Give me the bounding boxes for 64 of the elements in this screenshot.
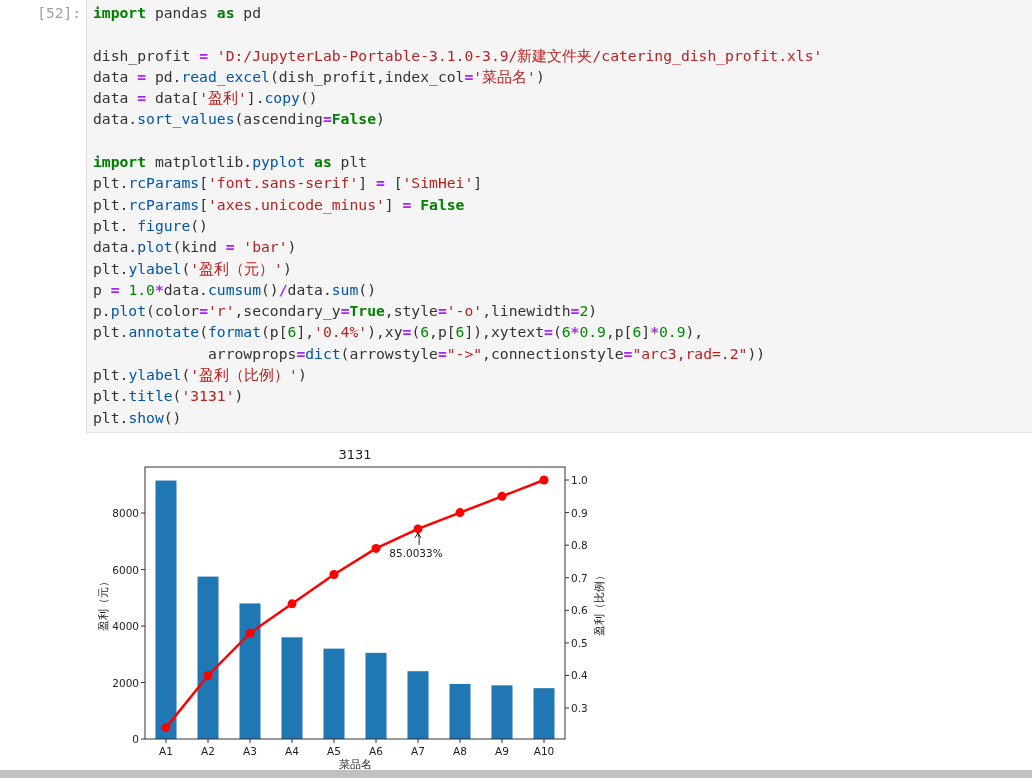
code-line: plt.rcParams['axes.unicode_minus'] = False xyxy=(93,194,466,215)
y-tick-label: 1.0 xyxy=(571,474,588,487)
y-tick-label: 4000 xyxy=(112,620,139,632)
y-axis-label: 盈利（比例） xyxy=(593,570,606,636)
code-line: plt.ylabel('盈利（比例）') xyxy=(93,365,308,386)
code-line: plt.annotate(format(p[6],'0.4%'),xy=(6,p[6]),xytext=(6*0.9,p[6]*0.9), xyxy=(93,322,705,343)
code-line: p = 1.0*data.cumsum()/data.sum() xyxy=(93,279,377,300)
cell-prompt: [52]: xyxy=(36,4,82,23)
point xyxy=(329,570,339,579)
code-line: data = data['盈利'].copy() xyxy=(93,88,319,109)
x-tick-label: A4 xyxy=(285,745,299,757)
code-line: import pandas as pd xyxy=(93,3,263,23)
y-tick-label: 2000 xyxy=(112,676,139,689)
y-tick-label: 6000 xyxy=(112,563,139,576)
y-tick-label: 0.8 xyxy=(571,539,588,552)
code-line: p.plot(color='r',secondary_y=True,style='-o',linewidth=2) xyxy=(93,301,599,322)
code-line: plt.ylabel('盈利（元）') xyxy=(93,258,293,279)
code-line: plt.show() xyxy=(93,407,183,428)
horizontal-scrollbar[interactable] xyxy=(0,770,1032,778)
code-line: plt.title('3131') xyxy=(93,386,245,407)
y-tick-label: 0.9 xyxy=(571,506,588,519)
x-tick-label: A3 xyxy=(243,745,257,757)
point xyxy=(539,475,549,485)
bar xyxy=(449,683,471,739)
y-tick-label: 0.7 xyxy=(571,571,588,584)
code-line: data = pd.read_excel(dish_profit,index_col='菜品名') xyxy=(93,66,546,88)
x-tick-label: A6 xyxy=(369,745,383,757)
point xyxy=(161,723,171,733)
x-tick-label: A10 xyxy=(533,745,555,757)
y-tick-label: 0.4 xyxy=(571,669,588,682)
annotation-label: 85.0033% xyxy=(389,546,443,559)
point xyxy=(455,508,465,518)
code-line: dish_profit = 'D:/JupyterLab-Portable-3.1.0-3.9/新建文件夹/catering_dish_profit.xls' xyxy=(93,45,824,66)
code-line: arrowprops=dict(arrowstyle="->",connectionstyle="arc3,rad=.2")) xyxy=(206,343,767,364)
y-tick-label: 0.5 xyxy=(571,636,588,649)
bar xyxy=(491,685,513,739)
code-line: data.plot(kind = 'bar') xyxy=(93,237,298,258)
x-tick-label: A9 xyxy=(495,745,509,757)
x-tick-label: A8 xyxy=(453,745,467,757)
point xyxy=(203,670,213,680)
x-tick-label: A2 xyxy=(201,745,215,757)
code-line: plt. figure() xyxy=(93,215,209,236)
point xyxy=(497,491,507,501)
x-tick-label: A1 xyxy=(159,745,173,757)
code-line: import matplotlib.pyplot as plt xyxy=(93,152,369,173)
y-tick-label: 8000 xyxy=(112,507,139,520)
y-axis-label: 盈利（元） xyxy=(97,575,110,631)
point xyxy=(371,543,381,553)
bar xyxy=(533,688,555,739)
code-line: plt.rcParams['font.sans-serif'] = ['SimHei'] xyxy=(93,173,484,194)
y-tick-label: 0 xyxy=(132,733,139,745)
chart-title: 3131 xyxy=(338,447,372,462)
x-tick-label: A7 xyxy=(411,745,425,757)
y-tick-label: 0.3 xyxy=(571,702,588,715)
point xyxy=(245,628,255,638)
code-line: data.sort_values(ascending=False) xyxy=(93,109,386,130)
y-tick-label: 0.6 xyxy=(571,604,588,617)
bar xyxy=(407,671,429,739)
point xyxy=(287,599,297,609)
point xyxy=(413,524,423,534)
code-editor[interactable] xyxy=(86,0,1032,433)
x-axis-label: 菜品名 xyxy=(338,758,372,770)
annotation-arrow xyxy=(414,532,422,546)
x-tick-label: A5 xyxy=(327,745,341,757)
